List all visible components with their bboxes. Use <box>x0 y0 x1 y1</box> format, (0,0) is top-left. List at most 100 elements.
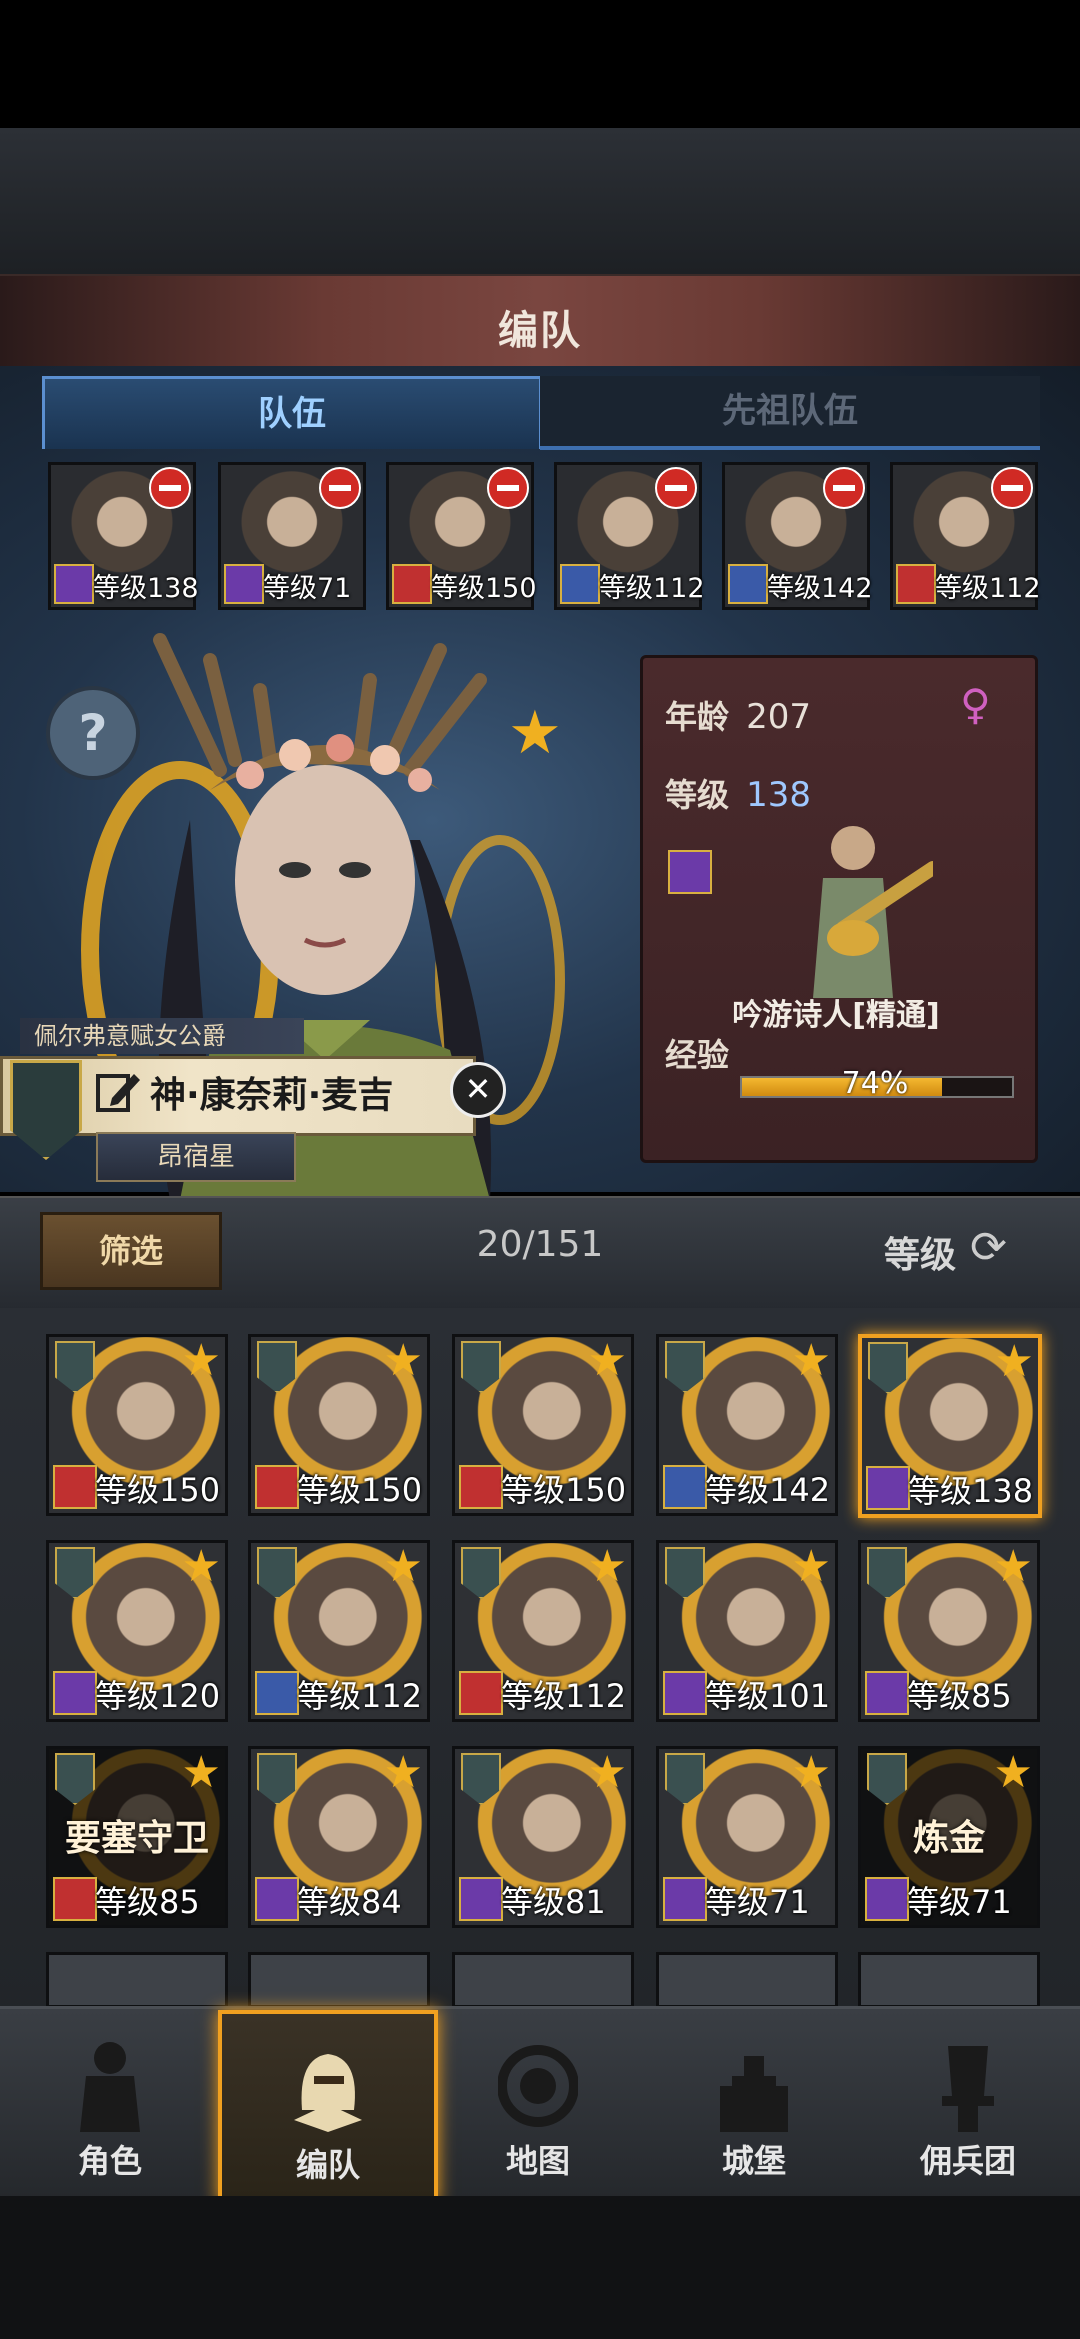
nav-label: 编队 <box>295 2146 360 2184</box>
class-icon <box>663 1877 707 1921</box>
age-value: 207 <box>746 697 812 737</box>
remove-member-icon[interactable] <box>319 467 361 509</box>
team-member-card[interactable]: 等级71 <box>218 462 366 610</box>
hero-level: 等级150 <box>501 1471 627 1509</box>
team-member-card[interactable]: 等级112 <box>554 462 705 610</box>
class-name: 吟游诗人[精通] <box>732 998 940 1033</box>
nav-item-compass[interactable]: 地图 <box>432 2010 644 2196</box>
roster-hero-card-partial[interactable] <box>46 1952 228 2008</box>
assignment-label: 要塞守卫 <box>64 1818 209 1859</box>
star-icon: ★ <box>791 1335 831 1386</box>
tab-ancestor-team[interactable]: 先祖队伍 <box>540 376 1040 450</box>
member-level: 等级112 <box>935 573 1041 604</box>
roster-hero-card[interactable]: ★ 等级120 <box>46 1540 228 1722</box>
class-icon <box>255 1877 299 1921</box>
roster-hero-card[interactable]: ★ 等级81 <box>452 1746 634 1928</box>
star-icon: ★ <box>181 1335 221 1386</box>
roster-hero-card-partial[interactable] <box>452 1952 634 2008</box>
star-icon: ★ <box>587 1747 627 1798</box>
class-staff-icon <box>54 564 94 604</box>
hero-level: 等级112 <box>297 1677 423 1715</box>
member-level: 等级142 <box>767 573 873 604</box>
roster-count: 20/151 <box>476 1224 604 1265</box>
star-icon: ★ <box>181 1747 221 1798</box>
xp-label: 经验 <box>665 1036 730 1074</box>
remove-member-icon[interactable] <box>655 467 697 509</box>
roster-hero-card[interactable]: ★ 等级101 <box>656 1540 838 1722</box>
roster-hero-card[interactable]: ★ 等级142 <box>656 1334 838 1516</box>
hero-level: 等级150 <box>297 1471 423 1509</box>
hero-level: 等级84 <box>297 1883 402 1921</box>
roster-hero-card-partial[interactable] <box>656 1952 838 2008</box>
roster-hero-card[interactable]: ★ 等级150 <box>452 1334 634 1516</box>
roster-hero-card-partial[interactable] <box>858 1952 1040 2008</box>
hero-level: 等级71 <box>907 1883 1012 1921</box>
nav-item-mercenary[interactable]: 佣兵团 <box>862 2010 1074 2196</box>
hero-title: 佩尔弗意赋女公爵 <box>20 1018 304 1054</box>
nav-item-helmet[interactable]: 编队 <box>218 2010 438 2204</box>
hero-level: 等级120 <box>95 1677 221 1715</box>
team-member-card[interactable]: 等级142 <box>722 462 873 610</box>
roster-hero-card-partial[interactable] <box>248 1952 430 2008</box>
header-strip <box>0 128 1080 274</box>
class-icon <box>53 1671 97 1715</box>
age-row: 年龄 207 <box>665 692 811 738</box>
filter-button[interactable]: 筛选 <box>40 1212 222 1290</box>
hero-name: 神·康奈莉·麦吉 <box>150 1075 394 1116</box>
class-icon <box>459 1671 503 1715</box>
class-icon <box>53 1877 97 1921</box>
roster-hero-card[interactable]: ★ 等级150 <box>248 1334 430 1516</box>
remove-member-icon[interactable] <box>149 467 191 509</box>
star-icon: ★ <box>587 1335 627 1386</box>
roster-hero-card[interactable]: ★ 等级138 <box>858 1334 1042 1518</box>
class-staff-icon <box>668 850 712 894</box>
team-member-card[interactable]: 等级138 <box>48 462 199 610</box>
remove-member-icon[interactable] <box>823 467 865 509</box>
level-label: 等级 <box>665 776 730 814</box>
star-icon: ★ <box>508 698 562 768</box>
class-beast-icon <box>896 564 936 604</box>
roster-hero-card[interactable]: ★ 等级71 <box>656 1746 838 1928</box>
mercenary-icon <box>928 2036 1008 2132</box>
gesture-bar <box>0 2196 1080 2339</box>
xp-row: 经验 <box>665 1030 729 1076</box>
class-icon <box>459 1877 503 1921</box>
class-icon <box>459 1465 503 1509</box>
hero-level: 等级150 <box>95 1471 221 1509</box>
nav-item-castle[interactable]: 城堡 <box>648 2010 860 2196</box>
refresh-icon[interactable]: ⟳ <box>970 1222 1007 1273</box>
nav-label: 地图 <box>505 2142 570 2180</box>
roster-hero-card[interactable]: ★ 等级84 <box>248 1746 430 1928</box>
tab-team[interactable]: 队伍 <box>42 376 542 449</box>
title-bar: 编队 <box>0 274 1080 371</box>
hero-level: 等级81 <box>501 1883 606 1921</box>
remove-member-icon[interactable] <box>487 467 529 509</box>
nav-item-knight[interactable]: 角色 <box>4 2010 216 2196</box>
roster-hero-card[interactable]: ★ 等级112 <box>452 1540 634 1722</box>
roster-hero-card[interactable]: ★ 等级112 <box>248 1540 430 1722</box>
sort-button[interactable]: 等级 <box>884 1226 956 1278</box>
roster-hero-card[interactable]: ★ 等级150 <box>46 1334 228 1516</box>
assignment-label: 炼金 <box>912 1818 985 1859</box>
member-level: 等级138 <box>93 573 199 604</box>
castle-icon <box>714 2036 794 2132</box>
hero-level: 等级85 <box>907 1677 1012 1715</box>
edit-name-icon[interactable] <box>94 1068 142 1116</box>
star-icon: ★ <box>383 1335 423 1386</box>
class-icon <box>255 1465 299 1509</box>
roster-hero-card[interactable]: ★ 等级85 要塞守卫 <box>46 1746 228 1928</box>
class-icon <box>865 1877 909 1921</box>
remove-member-icon[interactable] <box>991 467 1033 509</box>
member-level: 等级112 <box>599 573 705 604</box>
dismiss-button[interactable]: ✕ <box>450 1062 506 1118</box>
team-member-card[interactable]: 等级150 <box>386 462 537 610</box>
roster-hero-card[interactable]: ★ 等级85 <box>858 1540 1040 1722</box>
star-icon: ★ <box>993 1541 1033 1592</box>
team-member-card[interactable]: 等级112 <box>890 462 1041 610</box>
help-button[interactable]: ? <box>46 686 140 780</box>
class-icon <box>53 1465 97 1509</box>
roster-hero-card[interactable]: ★ 等级71 炼金 <box>858 1746 1040 1928</box>
age-label: 年龄 <box>665 698 730 736</box>
class-icon <box>663 1465 707 1509</box>
star-icon: ★ <box>181 1541 221 1592</box>
